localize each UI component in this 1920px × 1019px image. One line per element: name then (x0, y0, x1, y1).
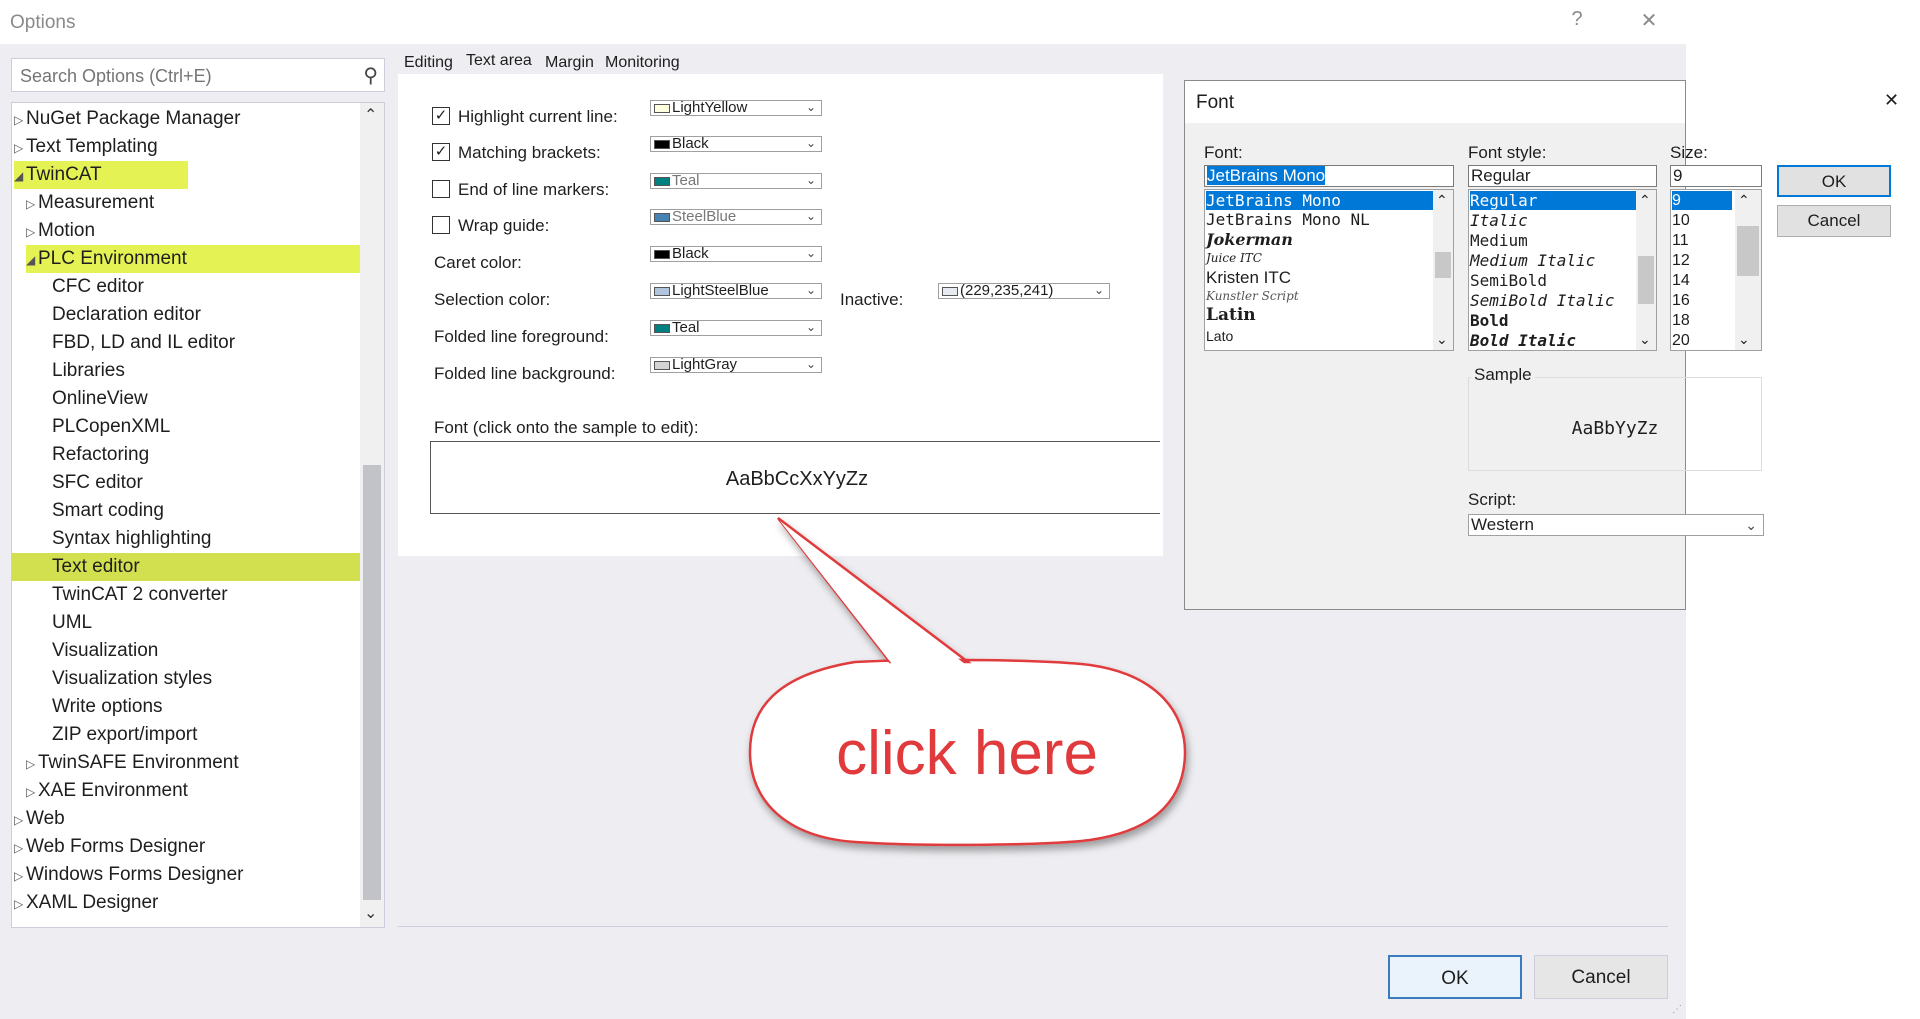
callout-text: click here (836, 719, 1098, 788)
callout-bubble (748, 517, 1187, 847)
callout-shape (748, 517, 1187, 847)
